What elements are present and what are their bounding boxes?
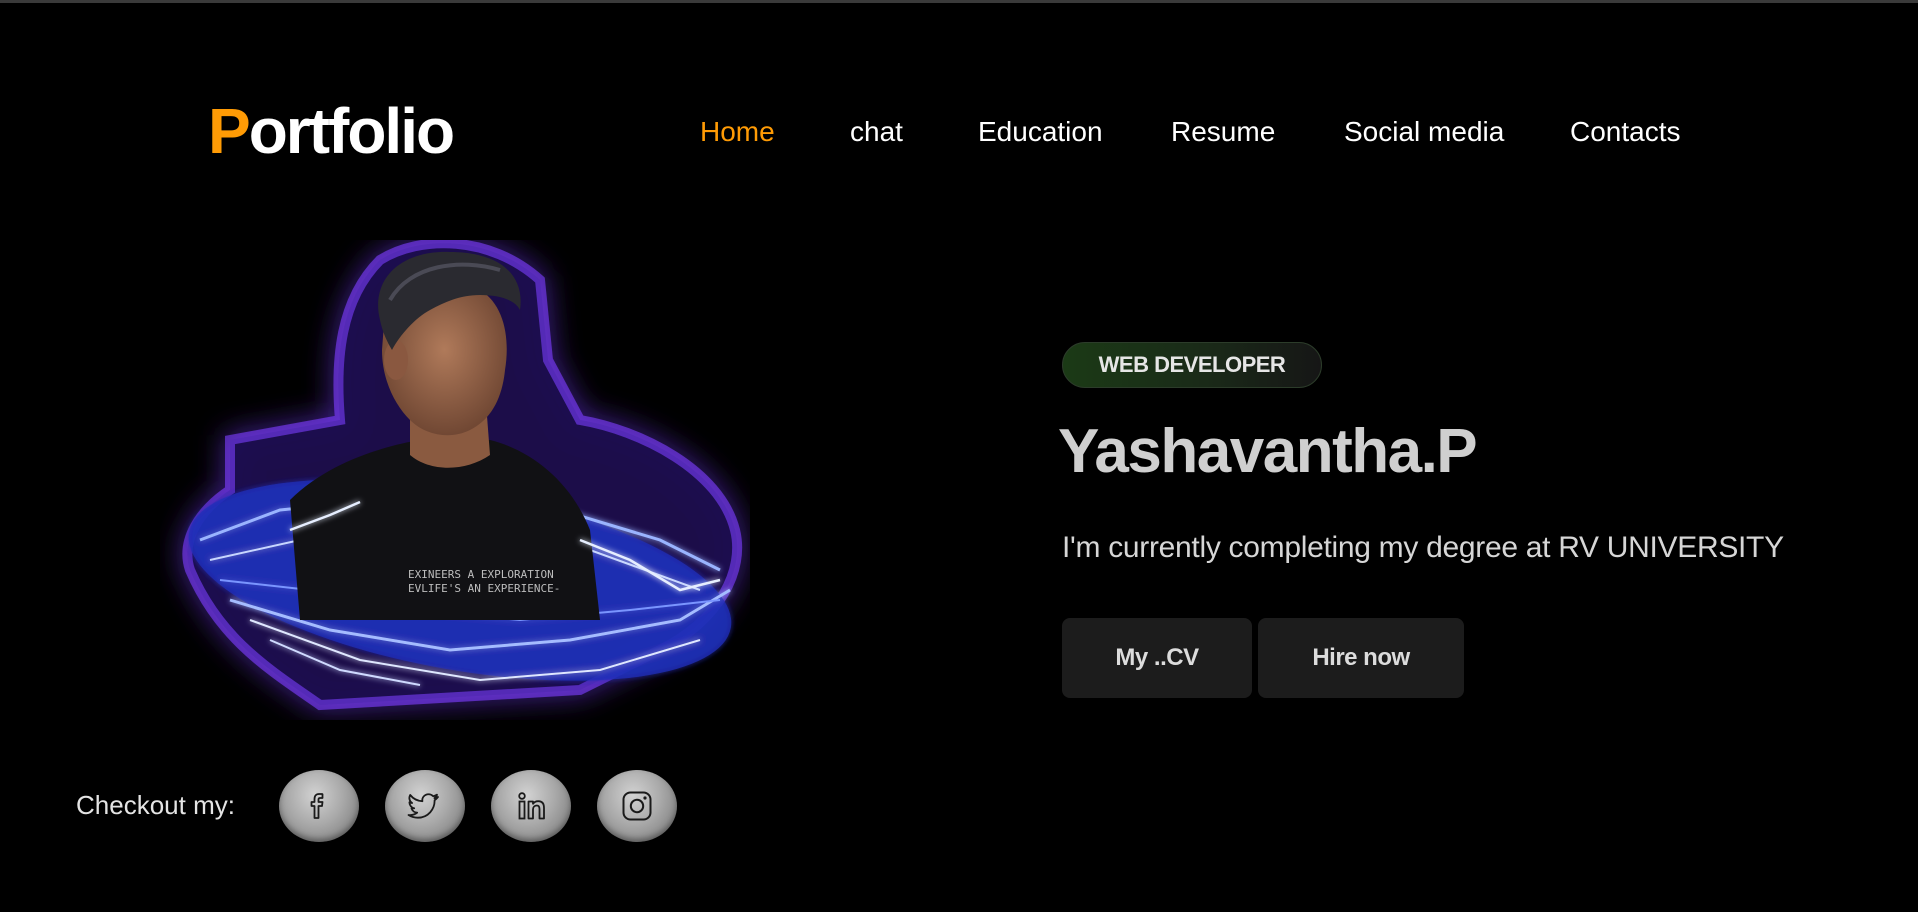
hero-description: I'm currently completing my degree at RV…: [1062, 531, 1784, 564]
facebook-button[interactable]: [279, 770, 359, 842]
my-cv-button[interactable]: My ..CV: [1062, 618, 1252, 698]
instagram-icon: [622, 791, 652, 821]
facebook-icon: [310, 793, 324, 819]
nav-social-media[interactable]: Social media: [1344, 112, 1504, 152]
shirt-print-line-1: EXINEERS A EXPLORATION: [408, 568, 554, 581]
nav-home[interactable]: Home: [700, 112, 775, 152]
instagram-button[interactable]: [597, 770, 677, 842]
linkedin-icon: [518, 792, 545, 820]
profile-portrait: EXINEERS A EXPLORATION EVLIFE'S AN EXPER…: [160, 240, 750, 720]
role-badge: WEB DEVELOPER: [1062, 342, 1322, 388]
window-top-border: [0, 0, 1918, 3]
nav-contacts[interactable]: Contacts: [1570, 112, 1681, 152]
nav-resume[interactable]: Resume: [1171, 112, 1275, 152]
main-nav: Home chat Education Resume Social media …: [0, 112, 1918, 152]
shirt-print-line-2: EVLIFE'S AN EXPERIENCE-: [408, 582, 560, 595]
twitter-button[interactable]: [385, 770, 465, 842]
nav-education[interactable]: Education: [978, 112, 1103, 152]
linkedin-button[interactable]: [491, 770, 571, 842]
checkout-label: Checkout my:: [76, 790, 235, 820]
hero-name: Yashavantha.P: [1058, 417, 1478, 486]
twitter-icon: [407, 793, 439, 819]
nav-chat[interactable]: chat: [850, 112, 903, 152]
hire-now-button[interactable]: Hire now: [1258, 618, 1464, 698]
